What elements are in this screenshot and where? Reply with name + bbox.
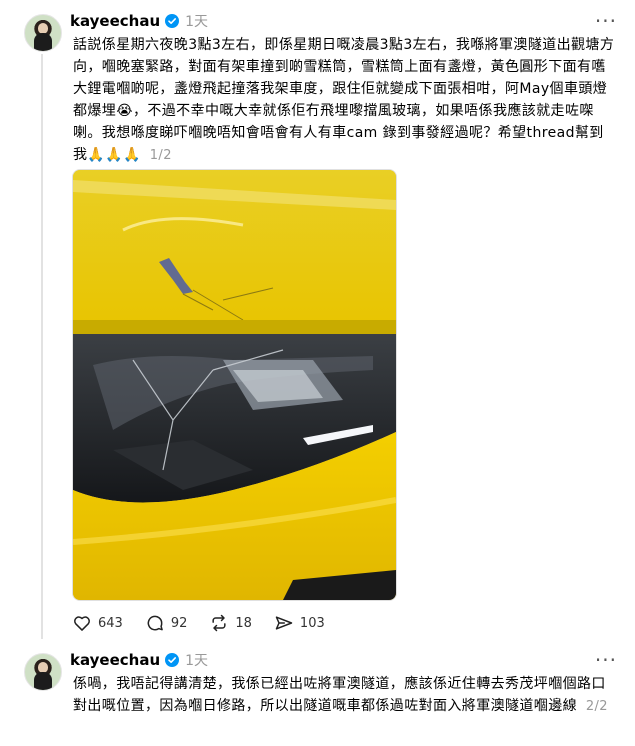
avatar[interactable] bbox=[24, 653, 62, 691]
car-headlight-image bbox=[73, 170, 396, 600]
post-time: 1天 bbox=[185, 14, 209, 30]
post-body: 係喎，我唔記得講清楚，我係已經出咗將軍澳隧道，應該係近住轉去秀茂坪嗰個路口對出嘅… bbox=[73, 676, 606, 714]
verified-badge-icon bbox=[165, 653, 180, 667]
like-button[interactable]: 643 bbox=[72, 613, 123, 633]
post-header: kayeechau 1天 bbox=[70, 649, 208, 671]
share-count: 103 bbox=[299, 615, 325, 631]
repost-count: 18 bbox=[235, 615, 252, 631]
post-body: 話説係星期六夜晚3點3左右，即係星期日嘅凌晨3點3左右，我喺將軍澳隧道出觀塘方向… bbox=[73, 37, 615, 163]
comment-count: 92 bbox=[170, 615, 188, 631]
thread-pager: 1/2 bbox=[149, 148, 172, 163]
comment-button[interactable]: 92 bbox=[145, 613, 188, 633]
repost-arrows-icon bbox=[212, 614, 226, 632]
heart-icon bbox=[74, 616, 90, 631]
post-header: kayeechau 1天 bbox=[70, 10, 208, 32]
post-text: 係喎，我唔記得講清楚，我係已經出咗將軍澳隧道，應該係近住轉去秀茂坪嗰個路口對出嘅… bbox=[73, 673, 618, 718]
send-arrow-icon bbox=[275, 616, 293, 630]
username[interactable]: kayeechau bbox=[70, 12, 160, 30]
verified-badge-icon bbox=[165, 14, 180, 28]
share-button[interactable]: 103 bbox=[274, 613, 325, 633]
post-actions: 643 92 18 103 bbox=[72, 613, 347, 633]
post-time: 1天 bbox=[185, 653, 209, 669]
more-dots-icon[interactable]: ··· bbox=[595, 11, 617, 31]
repost-button[interactable]: 18 bbox=[209, 613, 252, 633]
post-photo[interactable] bbox=[72, 169, 397, 601]
thread-pager: 2/2 bbox=[585, 699, 608, 714]
thread-connector-line bbox=[41, 54, 43, 639]
like-count: 643 bbox=[98, 615, 123, 631]
username[interactable]: kayeechau bbox=[70, 651, 160, 669]
comment-bubble-icon bbox=[147, 615, 163, 631]
post-text: 話説係星期六夜晚3點3左右，即係星期日嘅凌晨3點3左右，我喺將軍澳隧道出觀塘方向… bbox=[73, 34, 618, 167]
more-dots-icon[interactable]: ··· bbox=[595, 650, 617, 670]
avatar[interactable] bbox=[24, 14, 62, 52]
